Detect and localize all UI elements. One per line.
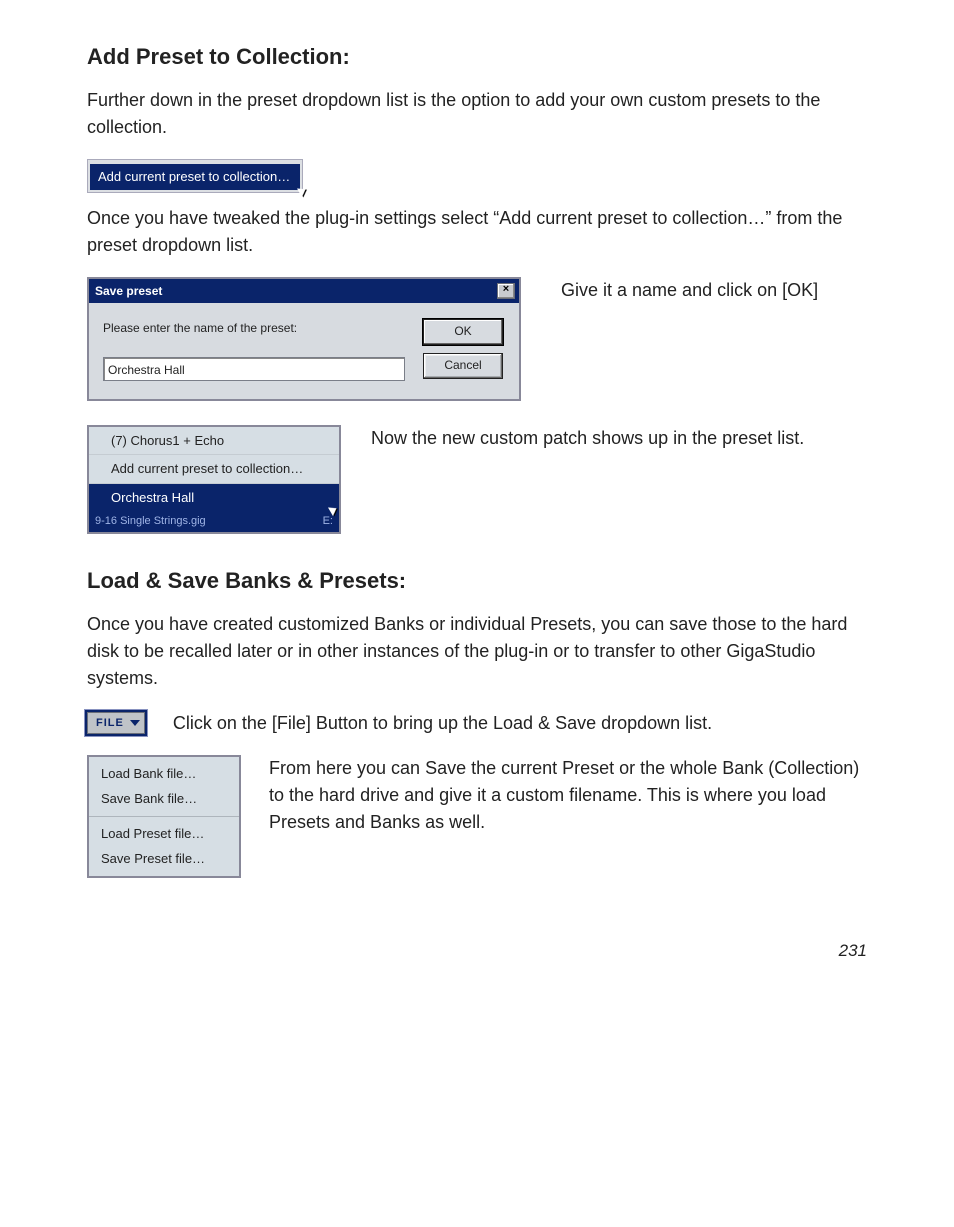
footer-filename: 9-16 Single Strings.gig: [95, 513, 206, 530]
aside-give-name: Give it a name and click on [OK]: [561, 277, 818, 304]
dialog-prompt: Please enter the name of the preset:: [103, 319, 405, 337]
dialog-titlebar: Save preset ×: [89, 279, 519, 303]
chevron-down-icon: [130, 720, 140, 726]
paragraph-after-menu: Once you have tweaked the plug-in settin…: [87, 205, 867, 259]
cancel-button[interactable]: Cancel: [423, 353, 503, 379]
save-preset-dialog: Save preset × Please enter the name of t…: [87, 277, 521, 401]
preset-selected-label: Orchestra Hall: [111, 490, 194, 505]
preset-list-footer: 9-16 Single Strings.gig E:: [89, 511, 339, 532]
menu-strip: Add current preset to collection…: [87, 159, 303, 193]
menu-item-save-bank[interactable]: Save Bank file…: [89, 786, 239, 812]
close-button[interactable]: ×: [497, 283, 515, 299]
file-button-label: FILE: [96, 715, 124, 732]
preset-list-snippet: (7) Chorus1 + Echo Add current preset to…: [87, 425, 341, 534]
preset-name-input[interactable]: Orchestra Hall: [103, 357, 405, 381]
ok-button[interactable]: OK: [423, 319, 503, 345]
menu-separator: [89, 816, 239, 817]
cursor-icon: [297, 184, 308, 196]
page-number: 231: [87, 938, 867, 964]
menu-item-label: Add current preset to collection…: [98, 169, 290, 184]
file-button[interactable]: FILE: [87, 712, 145, 735]
preset-list-item-selected[interactable]: Orchestra Hall: [89, 483, 339, 512]
file-dropdown-menu: Load Bank file… Save Bank file… Load Pre…: [87, 755, 241, 878]
paragraph-intro: Further down in the preset dropdown list…: [87, 87, 867, 141]
heading-load-save: Load & Save Banks & Presets:: [87, 564, 867, 597]
dialog-title: Save preset: [95, 282, 162, 300]
footer-drive: E:: [323, 513, 333, 530]
menu-item-load-bank[interactable]: Load Bank file…: [89, 761, 239, 787]
menu-item-add-preset[interactable]: Add current preset to collection…: [90, 164, 300, 190]
preset-list-item[interactable]: (7) Chorus1 + Echo: [89, 427, 339, 455]
menu-item-load-preset[interactable]: Load Preset file…: [89, 821, 239, 847]
paragraph-from-here: From here you can Save the current Prese…: [269, 755, 867, 836]
aside-now-shows: Now the new custom patch shows up in the…: [371, 425, 804, 452]
menu-item-save-preset[interactable]: Save Preset file…: [89, 846, 239, 872]
heading-add-preset: Add Preset to Collection:: [87, 40, 867, 73]
paragraph-load-save: Once you have created customized Banks o…: [87, 611, 867, 692]
paragraph-file-click: Click on the [File] Button to bring up t…: [173, 710, 712, 737]
preset-list-item-add[interactable]: Add current preset to collection…: [89, 454, 339, 483]
